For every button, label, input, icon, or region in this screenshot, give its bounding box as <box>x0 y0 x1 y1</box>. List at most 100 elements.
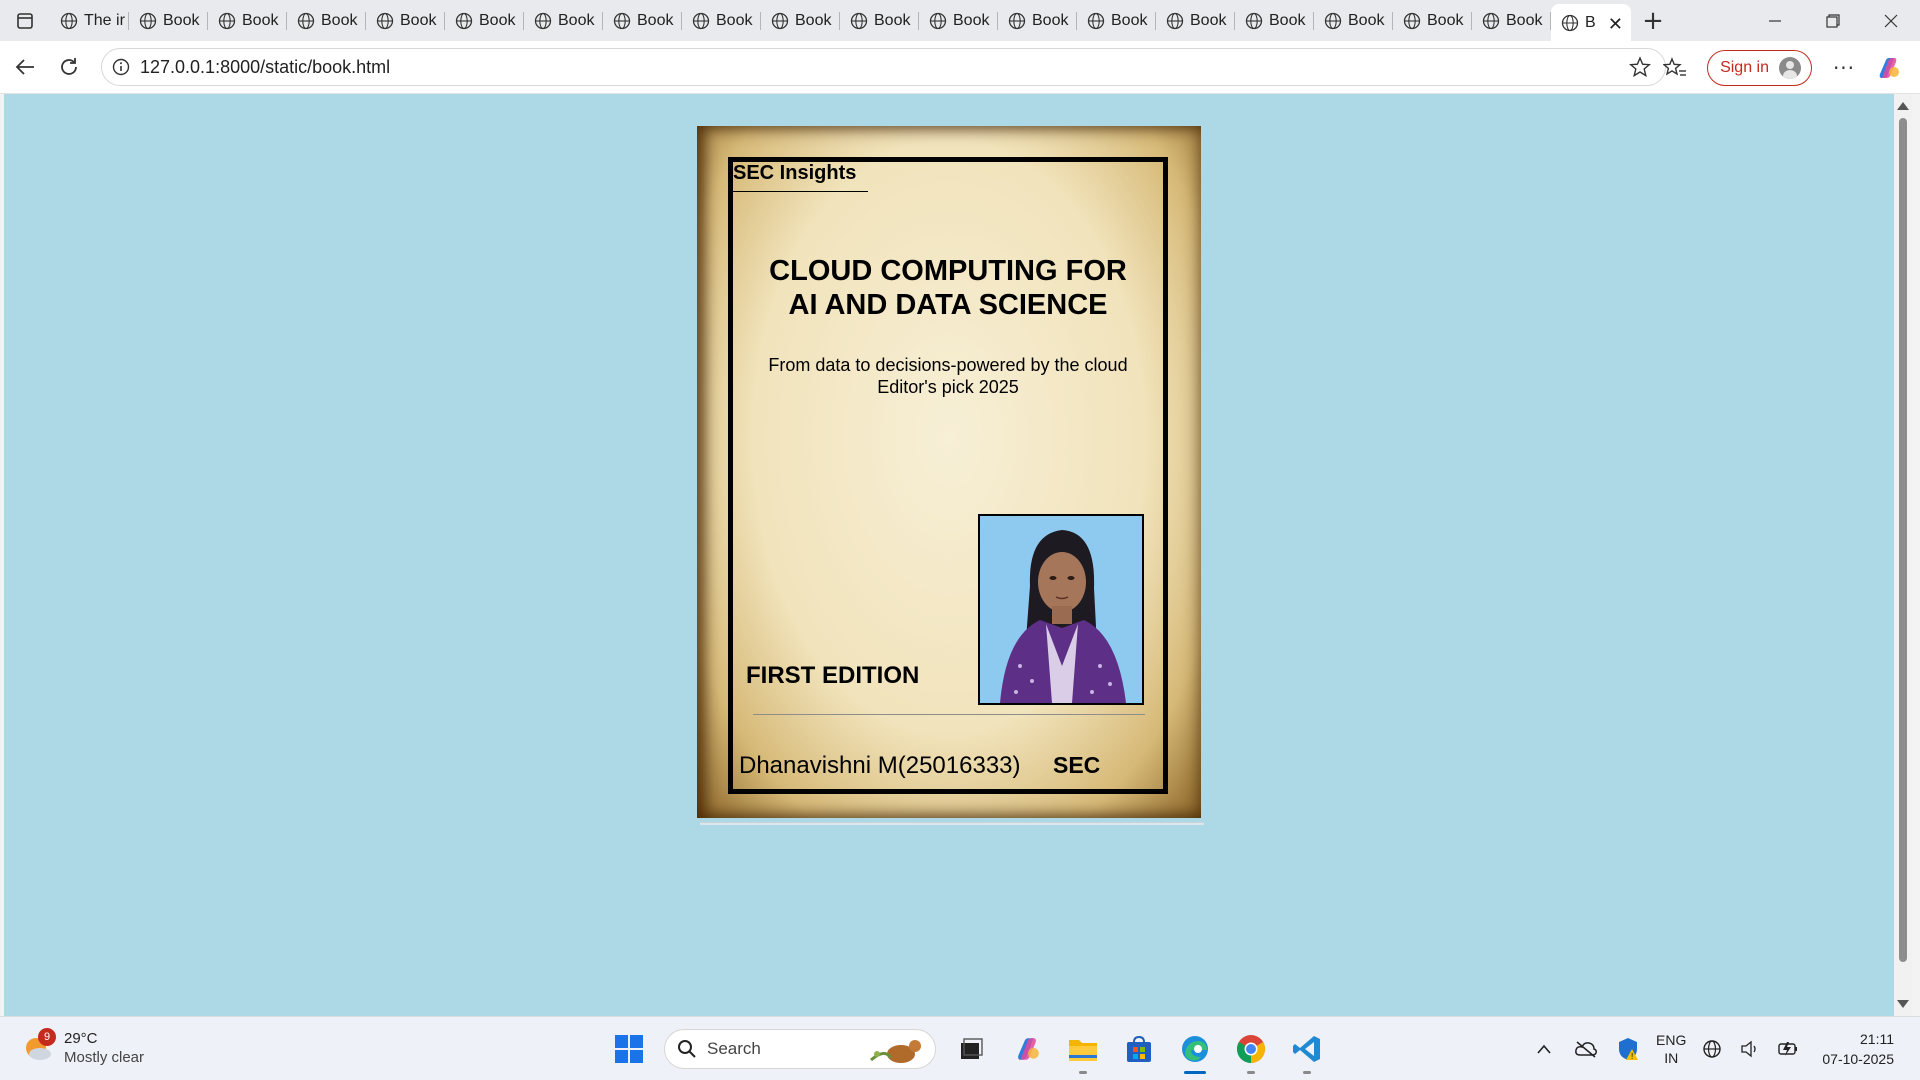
toolbar-right: Sign in ··· <box>1653 41 1920 94</box>
tab[interactable]: Book <box>1077 4 1156 38</box>
copilot-app-icon <box>1018 1038 1039 1060</box>
globe-icon <box>218 12 236 29</box>
globe-icon <box>1482 12 1500 29</box>
tab[interactable]: Book <box>366 4 445 38</box>
tab[interactable]: Book <box>919 4 998 38</box>
window-controls <box>1746 0 1920 41</box>
scroll-thumb[interactable] <box>1899 118 1907 962</box>
favorite-star-icon[interactable] <box>1629 56 1651 78</box>
cover-divider <box>753 714 1145 715</box>
file-explorer-button[interactable] <box>1062 1028 1104 1074</box>
chrome-button[interactable] <box>1230 1028 1272 1074</box>
taskbar: 9 29°C Mostly clear Search ! ENG IN 21:1… <box>0 1016 1920 1080</box>
tab-label: Book <box>1190 11 1227 29</box>
tab[interactable]: Book <box>761 4 840 38</box>
copilot-app-button[interactable] <box>1006 1028 1048 1070</box>
url-text[interactable]: 127.0.0.1:8000/static/book.html <box>140 57 390 78</box>
weather-widget[interactable]: 9 29°C Mostly clear <box>22 1028 144 1067</box>
tab-label: Book <box>242 11 279 29</box>
vscode-button[interactable] <box>1286 1028 1328 1074</box>
tab-label: Book <box>163 11 200 29</box>
cover-frame: SEC Insights CLOUD COMPUTING FOR AI AND … <box>728 157 1168 794</box>
tab[interactable]: Book <box>129 4 208 38</box>
tab[interactable]: Book <box>445 4 524 38</box>
tab-label: Book <box>1111 11 1148 29</box>
tab[interactable]: Book <box>1156 4 1235 38</box>
show-hidden-icons-button[interactable] <box>1530 1028 1558 1070</box>
restore-button[interactable] <box>1804 0 1862 41</box>
tab[interactable]: Book <box>524 4 603 38</box>
tab-label: Book <box>795 11 832 29</box>
store-icon <box>1127 1035 1151 1062</box>
tab[interactable]: Book <box>840 4 919 38</box>
tab-label: B <box>1585 13 1596 31</box>
volume-button[interactable] <box>1738 1028 1762 1070</box>
security-button[interactable]: ! <box>1614 1028 1642 1070</box>
close-tab-icon[interactable]: ✕ <box>1608 14 1623 35</box>
title-line-2: AI AND DATA SCIENCE <box>788 289 1108 321</box>
sign-in-button[interactable]: Sign in <box>1707 49 1812 86</box>
globe-icon <box>1008 12 1026 29</box>
tab[interactable]: Book <box>998 4 1077 38</box>
network-button[interactable] <box>1700 1028 1724 1070</box>
microsoft-store-button[interactable] <box>1118 1028 1160 1070</box>
scroll-up-arrow-icon[interactable] <box>1897 102 1909 110</box>
book-cover: SEC Insights CLOUD COMPUTING FOR AI AND … <box>697 126 1201 818</box>
book-tagline: From data to decisions-powered by the cl… <box>733 354 1163 398</box>
tab[interactable]: Book <box>287 4 366 38</box>
globe-icon <box>613 12 631 29</box>
edge-browser-button[interactable] <box>1174 1028 1216 1074</box>
onedrive-button[interactable] <box>1572 1028 1600 1070</box>
tab[interactable]: Book <box>1314 4 1393 38</box>
folder-icon <box>1069 1040 1097 1061</box>
settings-more-button[interactable]: ··· <box>1822 46 1866 90</box>
tab-actions-button[interactable] <box>0 0 50 41</box>
minimize-button[interactable] <box>1746 0 1804 41</box>
close-icon <box>1884 14 1898 27</box>
tab[interactable]: Book <box>603 4 682 38</box>
organization-name: SEC <box>1053 752 1101 778</box>
refresh-button[interactable] <box>47 45 91 89</box>
tab[interactable]: Book <box>1472 4 1551 38</box>
start-button[interactable] <box>608 1028 650 1070</box>
task-view-button[interactable] <box>950 1028 992 1070</box>
chrome-icon <box>1237 1035 1265 1063</box>
author-portrait-image <box>980 516 1142 703</box>
back-button[interactable] <box>3 45 47 89</box>
new-tab-button[interactable]: + <box>1631 0 1675 41</box>
taskbar-search[interactable]: Search <box>664 1029 936 1069</box>
copilot-button[interactable] <box>1866 46 1910 90</box>
tab[interactable]: Book <box>1393 4 1472 38</box>
tab-label: Book <box>953 11 990 29</box>
tab[interactable]: The ir <box>50 4 129 38</box>
cloud-offline-icon <box>1575 1041 1598 1058</box>
search-placeholder: Search <box>707 1039 761 1058</box>
tab[interactable]: Book <box>682 4 761 38</box>
battery-button[interactable] <box>1776 1028 1800 1070</box>
tab-label: Book <box>874 11 911 29</box>
profile-avatar-icon <box>1779 56 1801 79</box>
tab[interactable]: Book <box>1235 4 1314 38</box>
clock[interactable]: 21:11 07-10-2025 <box>1822 1029 1894 1069</box>
tab-actions-icon <box>17 12 33 29</box>
tab-label: Book <box>1427 11 1464 29</box>
author-name: Dhanavishni M(25016333) <box>739 752 1021 779</box>
globe-icon <box>850 12 868 29</box>
input-language[interactable]: ENG IN <box>1656 1031 1686 1067</box>
favorites-button[interactable] <box>1653 46 1697 90</box>
windows-logo-icon <box>615 1035 643 1063</box>
scroll-down-arrow-icon[interactable] <box>1897 1000 1909 1008</box>
title-line-1: CLOUD COMPUTING FOR <box>769 255 1127 287</box>
close-window-button[interactable] <box>1862 0 1920 41</box>
site-info-icon[interactable] <box>112 58 130 76</box>
address-bar[interactable]: 127.0.0.1:8000/static/book.html <box>101 48 1666 86</box>
tagline-line-2: Editor's pick 2025 <box>877 377 1019 397</box>
vertical-scrollbar[interactable] <box>1894 94 1912 1016</box>
tab[interactable]: Book <box>208 4 287 38</box>
book-shadow-line <box>700 822 1204 825</box>
tab-label: Book <box>321 11 358 29</box>
tab-active[interactable]: B ✕ <box>1551 3 1631 42</box>
globe-icon <box>1403 12 1421 29</box>
temperature: 29°C <box>64 1030 98 1047</box>
more-dots-icon: ··· <box>1832 55 1856 80</box>
